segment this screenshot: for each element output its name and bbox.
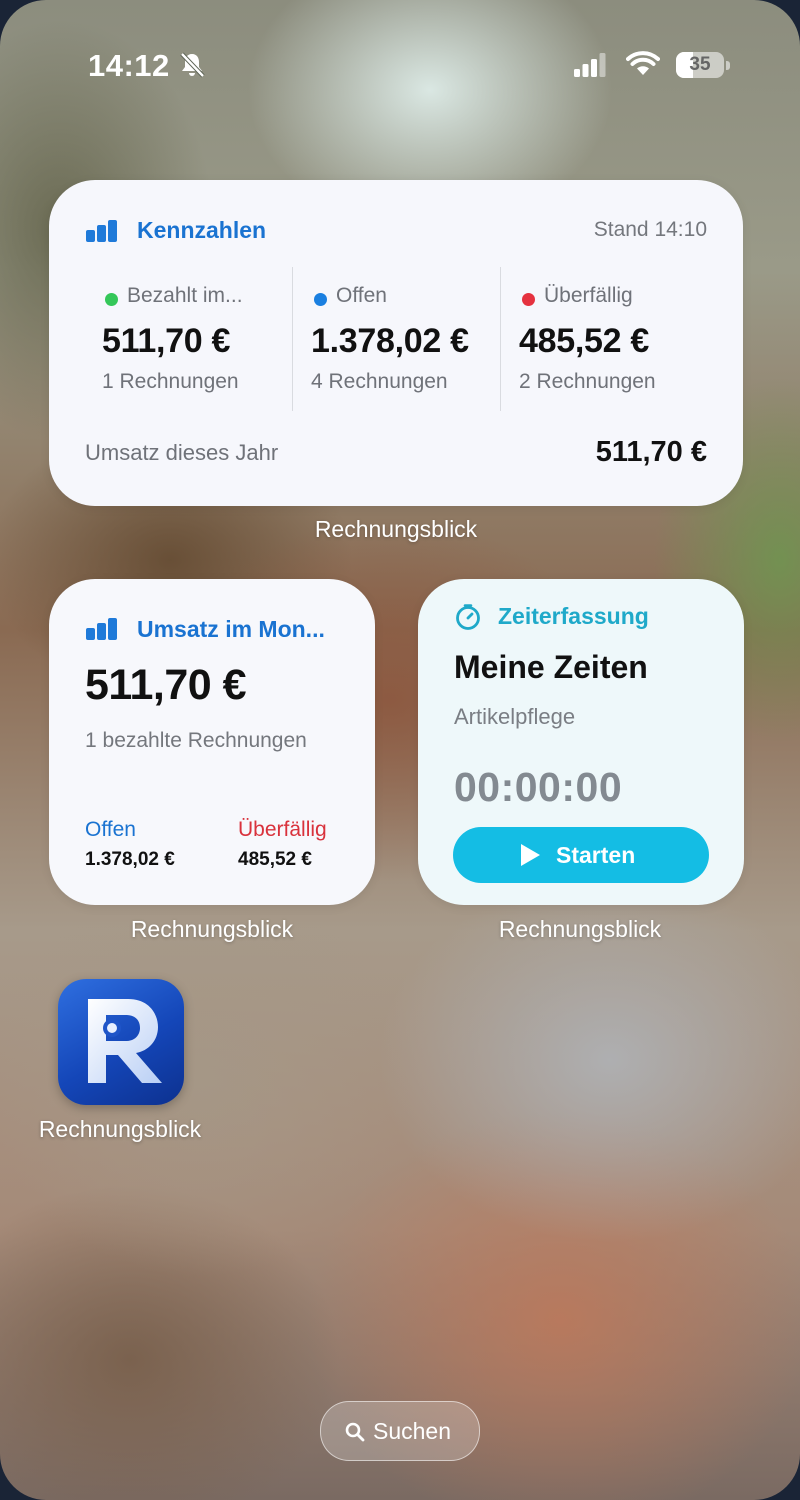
zeiten-heading: Meine Zeiten xyxy=(454,649,648,685)
app-label: Rechnungsblick xyxy=(38,1116,202,1142)
wifi-icon xyxy=(626,51,660,75)
bar-chart-icon xyxy=(86,220,118,242)
timer-display: 00:00:00 xyxy=(454,764,623,810)
widget-title: Umsatz im Mon... xyxy=(137,616,325,642)
timer-icon xyxy=(456,604,480,630)
widget-title: Kennzahlen xyxy=(137,217,267,243)
offen-label: Offen xyxy=(85,818,136,841)
yearly-revenue-value: 511,70 € xyxy=(595,436,707,468)
yearly-revenue-label: Umsatz dieses Jahr xyxy=(85,440,279,465)
ueberfaellig-value: 485,52 € xyxy=(238,849,312,870)
play-icon xyxy=(521,844,540,866)
rechnungsblick-app-icon[interactable] xyxy=(58,979,184,1105)
umsatz-monat-widget[interactable]: Umsatz im Mon... 511,70 € 1 bezahlte Rec… xyxy=(49,579,375,905)
widget-caption: Rechnungsblick xyxy=(130,916,294,942)
search-label: Suchen xyxy=(373,1418,452,1444)
bar-chart-icon xyxy=(86,618,118,640)
stand-timestamp: Stand 14:10 xyxy=(593,218,707,241)
zeiterfassung-widget[interactable]: Zeiterfassung Meine Zeiten Artikelpflege… xyxy=(418,579,744,905)
widget-caption: Rechnungsblick xyxy=(498,916,662,942)
column-divider xyxy=(500,267,501,411)
battery-percentage: 35 xyxy=(689,54,711,75)
ueberfaellig-label: Überfällig xyxy=(238,818,327,841)
start-timer-button[interactable]: Starten xyxy=(453,827,709,883)
task-name: Artikelpflege xyxy=(454,704,576,729)
column-divider xyxy=(292,267,293,411)
stat-label: Offen xyxy=(336,284,387,307)
r-logo-icon xyxy=(88,999,162,1083)
status-time: 14:12 xyxy=(88,48,170,83)
widget-title: Zeiterfassung xyxy=(498,603,649,629)
kennzahlen-widget[interactable]: Kennzahlen Stand 14:10 Bezahlt im... 511… xyxy=(49,180,743,506)
bell-muted-icon xyxy=(180,52,205,78)
stat-amount: 511,70 € xyxy=(102,322,231,360)
stat-amount: 1.378,02 € xyxy=(311,322,469,360)
start-button-label: Starten xyxy=(556,842,636,868)
search-icon xyxy=(345,1422,365,1442)
stat-count: 4 Rechnungen xyxy=(311,370,448,393)
paid-invoices-count: 1 bezahlte Rechnungen xyxy=(85,729,307,752)
stat-count: 1 Rechnungen xyxy=(102,370,239,393)
search-button[interactable]: Suchen xyxy=(320,1401,480,1461)
widget-caption: Rechnungsblick xyxy=(314,516,478,542)
stat-label: Bezahlt im... xyxy=(127,284,243,307)
offen-value: 1.378,02 € xyxy=(85,849,175,870)
stat-count: 2 Rechnungen xyxy=(519,370,656,393)
stat-label: Überfällig xyxy=(544,284,633,307)
stat-amount: 485,52 € xyxy=(519,322,649,360)
battery-icon: 35 xyxy=(676,52,730,78)
cellular-signal-icon xyxy=(574,53,606,77)
monthly-revenue-amount: 511,70 € xyxy=(85,661,247,709)
home-screen: 14:12 35 Kennzahlen Stand 14:10 Bezahlt … xyxy=(0,0,800,1500)
